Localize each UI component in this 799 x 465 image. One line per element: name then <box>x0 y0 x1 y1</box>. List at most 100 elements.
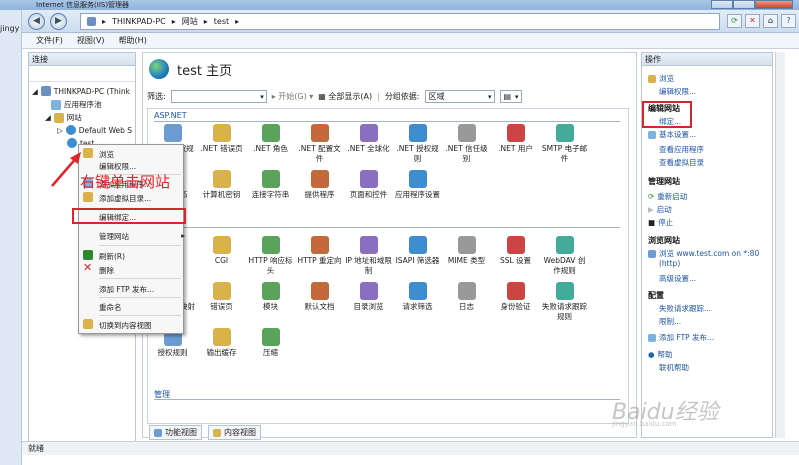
feature-item[interactable]: SMTP 电子邮件 <box>540 124 589 164</box>
collapse-icon[interactable]: ◢ <box>32 87 38 96</box>
stop-icon[interactable]: ✕ <box>745 14 760 28</box>
feature-item[interactable]: 输出缓存 <box>197 328 246 358</box>
feature-item[interactable]: .NET 授权规则 <box>393 124 442 164</box>
tab-features-view[interactable]: 功能视图 <box>149 425 202 440</box>
chevron-right-icon: ▸ <box>203 17 208 26</box>
tab-content-view[interactable]: 内容视图 <box>208 425 261 440</box>
feature-item[interactable]: ISAPI 筛选器 <box>393 236 442 276</box>
group-select[interactable]: 区域 <box>424 90 495 103</box>
ctx-rename[interactable]: 重命名 <box>99 302 122 313</box>
action-explore[interactable]: 浏览 <box>648 73 674 84</box>
action-limits[interactable]: 限制... <box>648 316 681 327</box>
feature-icon <box>212 124 231 142</box>
feature-item[interactable]: CGI <box>197 236 246 276</box>
action-basic-settings[interactable]: 基本设置... <box>648 129 696 140</box>
help-icon[interactable]: ? <box>781 14 796 28</box>
refresh-icon[interactable]: ⟳ <box>727 14 742 28</box>
feature-item[interactable]: .NET 全球化 <box>344 124 393 164</box>
feature-item[interactable]: .NET 角色 <box>246 124 295 164</box>
feature-label: .NET 信任级别 <box>445 144 488 163</box>
collapse-icon[interactable]: ◢ <box>45 113 51 122</box>
action-failed-trace[interactable]: 失败请求跟踪... <box>648 303 711 314</box>
ctx-manage-site[interactable]: 管理网站 ▸ <box>99 231 185 242</box>
feature-item[interactable]: 日志 <box>442 282 491 322</box>
action-label: 启动 <box>656 205 672 214</box>
tree-item-default-site[interactable]: ▷ Default Web S <box>57 125 132 135</box>
feature-item[interactable]: WebDAV 创作规则 <box>540 236 589 276</box>
menu-file[interactable]: 文件(F) <box>36 35 63 46</box>
action-edit-permissions[interactable]: 编辑权限... <box>648 86 696 97</box>
breadcrumb-site[interactable]: test <box>214 17 229 26</box>
breadcrumb-sites[interactable]: 网站 <box>182 16 198 27</box>
ctx-refresh[interactable]: 刷新(R) <box>99 251 125 262</box>
feature-item[interactable]: HTTP 响应标头 <box>246 236 295 276</box>
ctx-explore[interactable]: 浏览 <box>99 149 114 160</box>
feature-item[interactable]: .NET 错误页 <box>197 124 246 164</box>
feature-icon <box>457 124 476 142</box>
feature-item[interactable]: 目录浏览 <box>344 282 393 322</box>
action-add-ftp[interactable]: 添加 FTP 发布... <box>648 332 714 343</box>
tree-item-app-pools[interactable]: 应用程序池 <box>51 99 102 110</box>
feature-item[interactable]: 连接字符串 <box>246 170 295 200</box>
action-view-apps[interactable]: 查看应用程序 <box>648 144 704 155</box>
ctx-switch-content-view[interactable]: 切换到内容视图 <box>99 320 152 331</box>
tree-item-sites[interactable]: ◢ 网站 <box>45 112 82 123</box>
back-button[interactable]: ◀ <box>28 13 45 30</box>
feature-label: HTTP 响应标头 <box>248 256 293 275</box>
action-advanced-settings[interactable]: 高级设置... <box>648 273 696 284</box>
ctx-add-vdir[interactable]: 添加虚拟目录... <box>99 193 151 204</box>
action-online-help[interactable]: 联机帮助 <box>648 362 689 373</box>
expand-icon[interactable]: ▷ <box>57 126 63 135</box>
feature-item[interactable]: 模块 <box>246 282 295 322</box>
feature-item[interactable]: SSL 设置 <box>491 236 540 276</box>
maximize-button[interactable] <box>733 0 755 9</box>
feature-item[interactable]: MIME 类型 <box>442 236 491 276</box>
breadcrumb[interactable]: ▸ THINKPAD-PC ▸ 网站 ▸ test ▸ <box>80 13 720 30</box>
breadcrumb-server[interactable]: THINKPAD-PC <box>112 17 166 26</box>
feature-item[interactable]: .NET 信任级别 <box>442 124 491 164</box>
feature-icon <box>310 282 329 300</box>
feature-item[interactable]: 默认文档 <box>295 282 344 322</box>
view-mode-select[interactable]: ▤ <box>499 90 522 103</box>
feature-item[interactable]: 应用程序设置 <box>393 170 442 200</box>
feature-item[interactable]: 错误页 <box>197 282 246 322</box>
feature-item[interactable]: .NET 用户 <box>491 124 540 164</box>
feature-item[interactable]: 请求筛选 <box>393 282 442 322</box>
browse-protocol[interactable]: (http) <box>648 259 680 268</box>
action-browse-site[interactable]: 浏览 www.test.com on *:80 <box>648 248 759 259</box>
tree-item-server[interactable]: ◢ THINKPAD-PC (Think <box>32 86 130 96</box>
menu-help[interactable]: 帮助(H) <box>119 35 147 46</box>
close-button[interactable] <box>755 0 793 9</box>
separator: | <box>377 92 380 101</box>
action-stop[interactable]: ■ 停止 <box>648 217 673 228</box>
menu-view[interactable]: 视图(V) <box>77 35 105 46</box>
action-view-vdirs[interactable]: 查看虚拟目录 <box>648 157 704 168</box>
feature-item[interactable]: IP 地址和域限制 <box>344 236 393 276</box>
feature-item[interactable]: HTTP 重定向 <box>295 236 344 276</box>
feature-icon <box>261 170 280 188</box>
minimize-button[interactable] <box>711 0 733 9</box>
action-help[interactable]: ● 帮助 <box>648 349 673 360</box>
feature-item[interactable]: .NET 配置文件 <box>295 124 344 164</box>
tab-label: 功能视图 <box>165 428 197 437</box>
start-button[interactable]: ▸ 开始(G) ▾ <box>272 91 314 102</box>
feature-item[interactable]: 压缩 <box>246 328 295 358</box>
action-restart[interactable]: ⟳ 重新启动 <box>648 191 687 202</box>
feature-item[interactable]: 计算机密钥 <box>197 170 246 200</box>
ctx-add-ftp[interactable]: 添加 FTP 发布... <box>99 284 154 295</box>
action-start[interactable]: ▶ 启动 <box>648 204 672 215</box>
feature-item[interactable]: 提供程序 <box>295 170 344 200</box>
show-all-button[interactable]: ▦ 全部显示(A) <box>318 91 372 102</box>
feature-item[interactable]: 身份验证 <box>491 282 540 322</box>
feature-item[interactable]: 页面和控件 <box>344 170 393 200</box>
home-icon[interactable]: ⌂ <box>763 14 778 28</box>
section-divider <box>154 121 620 122</box>
restart-icon: ⟳ <box>648 192 655 201</box>
aspnet-features: .NET 授权规则 .NET 错误页 .NET 角色 .NET 配置文件 .NET 全球… <box>148 124 608 200</box>
ctx-delete[interactable]: 删除 <box>99 265 114 276</box>
feature-icon <box>310 236 329 254</box>
forward-button[interactable]: ▶ <box>50 13 67 30</box>
filter-input[interactable] <box>170 90 267 103</box>
vertical-scrollbar[interactable] <box>775 52 785 438</box>
feature-item[interactable]: 失败请求跟踪规则 <box>540 282 589 322</box>
